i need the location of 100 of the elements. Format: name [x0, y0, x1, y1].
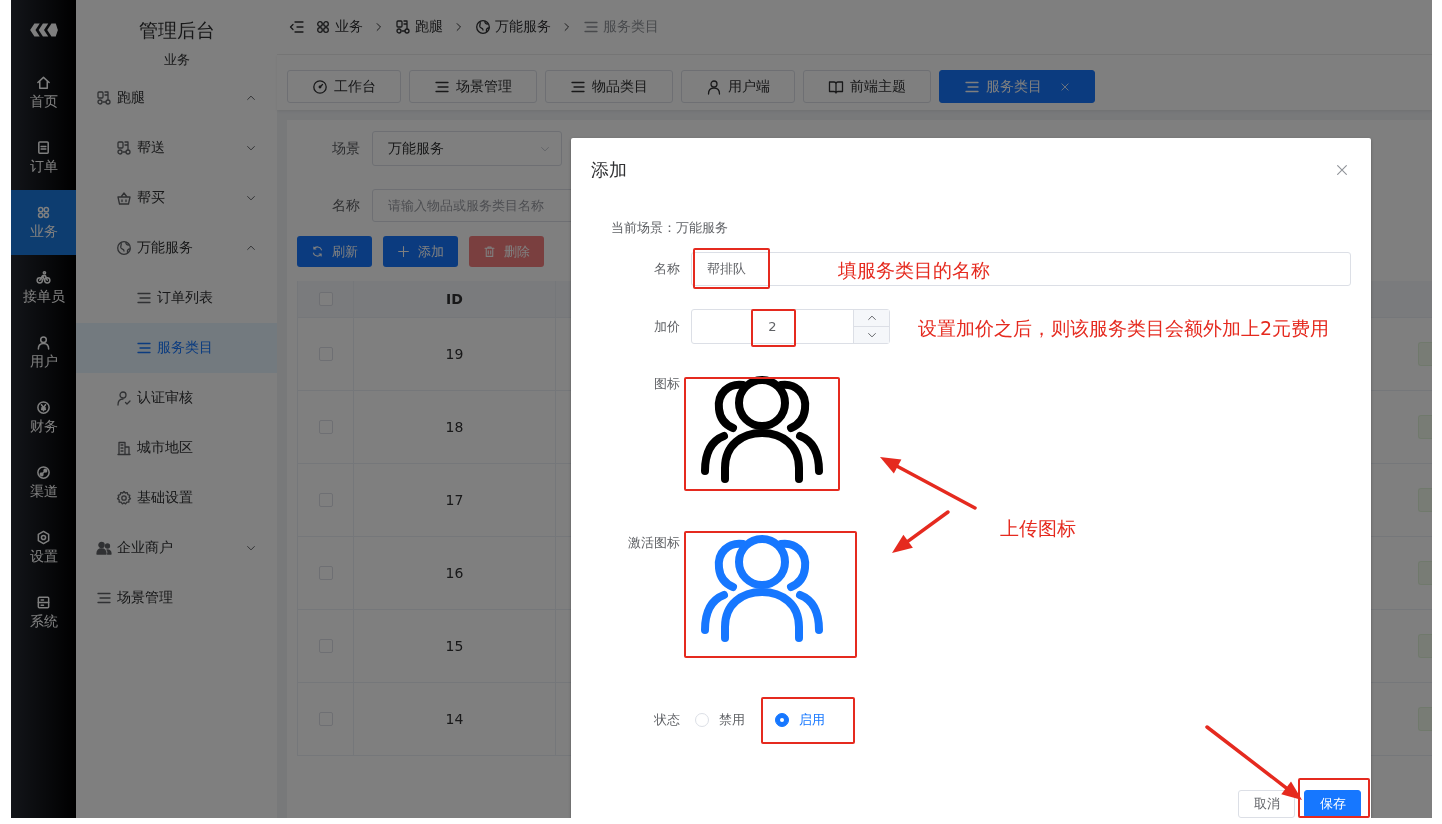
gear-icon [116, 490, 132, 506]
tab[interactable]: 物品类目 [545, 70, 673, 103]
status-tag [1418, 342, 1432, 366]
close-icon[interactable] [1335, 163, 1349, 177]
column-header: ID [446, 291, 463, 307]
refresh-icon [311, 245, 324, 258]
breadcrumb-item[interactable]: 万能服务 [475, 18, 551, 36]
scooter-icon [96, 90, 112, 106]
user-icon [706, 78, 722, 95]
field-label: 场景 [331, 139, 360, 158]
field-label: 激活图标 [627, 534, 680, 552]
annotation-box [751, 309, 796, 347]
building-icon [116, 440, 132, 456]
tab[interactable]: 服务类目 [939, 70, 1095, 103]
tab[interactable]: 场景管理 [409, 70, 537, 103]
table-cell: 19 [445, 346, 464, 362]
table-cell: 18 [445, 419, 464, 435]
tab[interactable]: 用户端 [681, 70, 795, 103]
annotation-box [1298, 778, 1370, 818]
close-icon[interactable] [1060, 81, 1070, 92]
menu-item[interactable]: 帮买 [76, 173, 277, 223]
bicycle-icon [36, 269, 51, 285]
menu-item[interactable]: 服务类目 [76, 323, 277, 373]
dialog-title: 添加 [591, 158, 627, 182]
field-label: 状态 [653, 711, 680, 729]
status-tag [1418, 415, 1432, 439]
menu-item[interactable]: 企业商户 [76, 523, 277, 573]
rail-item[interactable]: 用户 [11, 320, 76, 385]
list-icon [583, 19, 599, 35]
annotation-text: 设置加价之后，则该服务类目会额外加上2元费用 [918, 316, 1330, 340]
rail-item[interactable]: 财务 [11, 385, 76, 450]
list-icon [136, 290, 152, 306]
radio-button[interactable] [775, 713, 789, 727]
dialog-button[interactable]: 保存 [1304, 790, 1361, 818]
field-label: 加价 [653, 317, 680, 336]
menu-item[interactable]: 跑腿 [76, 73, 277, 123]
status-tag [1418, 488, 1432, 512]
scene-select[interactable]: 万能服务 [372, 131, 562, 166]
people-icon [96, 540, 112, 556]
breadcrumb-item[interactable]: 业务 [315, 18, 363, 36]
toolbar-button[interactable]: 刷新 [297, 236, 372, 267]
document-icon [36, 139, 51, 155]
book-icon [828, 78, 844, 95]
list-icon [96, 590, 112, 606]
radio-option[interactable]: 启用 [775, 711, 825, 729]
menu-item[interactable]: 城市地区 [76, 423, 277, 473]
sidebar-subtitle: 业务 [162, 51, 191, 69]
list-icon [136, 340, 152, 356]
panel-icon [36, 594, 51, 610]
annotation-text: 上传图标 [1000, 516, 1076, 540]
status-tag [1418, 561, 1432, 585]
table-cell: 16 [445, 565, 464, 581]
annotation-text: 填服务类目的名称 [838, 258, 990, 282]
user-check-icon [116, 390, 132, 406]
rail-item[interactable]: 设置 [11, 515, 76, 580]
globe-icon [116, 240, 132, 256]
grid-icon [315, 19, 331, 35]
gauge-icon [312, 78, 328, 95]
menu-item[interactable]: 基础设置 [76, 473, 277, 523]
field-label: 图标 [653, 375, 680, 393]
rail-item[interactable]: 订单 [11, 125, 76, 190]
yen-icon [36, 399, 51, 415]
menu-item[interactable]: 场景管理 [76, 573, 277, 623]
globe-icon [475, 19, 491, 35]
rail-item[interactable]: 系统 [11, 580, 76, 645]
field-label: 名称 [653, 260, 680, 278]
status-tag [1418, 634, 1432, 658]
collapse-menu-icon [289, 19, 305, 35]
radio-option[interactable]: 禁用 [695, 711, 745, 729]
tab[interactable]: 工作台 [287, 70, 401, 103]
breadcrumb-item[interactable]: 跑腿 [395, 18, 443, 36]
basket-icon [116, 190, 132, 206]
menu-item[interactable]: 万能服务 [76, 223, 277, 273]
trash-icon [483, 245, 496, 258]
home-icon [36, 74, 51, 90]
rail-item[interactable]: 业务 [11, 190, 76, 255]
menu-item[interactable]: 订单列表 [76, 273, 277, 323]
logo-icon [27, 22, 60, 38]
current-scene-text: 当前场景：万能服务 [611, 219, 729, 237]
number-input[interactable]: 2 [691, 309, 890, 344]
rail-item[interactable]: 接单员 [11, 255, 76, 320]
status-tag [1418, 707, 1432, 731]
menu-item[interactable]: 认证审核 [76, 373, 277, 423]
plus-icon [397, 245, 410, 258]
rail-item[interactable]: 渠道 [11, 450, 76, 515]
user-icon [36, 334, 51, 350]
grid-icon [36, 204, 51, 220]
menu-item[interactable]: 帮送 [76, 123, 277, 173]
table-cell: 14 [445, 711, 464, 727]
table-cell: 17 [445, 492, 464, 508]
dialog-button[interactable]: 取消 [1238, 790, 1295, 818]
tab[interactable]: 前端主题 [803, 70, 931, 103]
rail-item[interactable]: 首页 [11, 60, 76, 125]
link-icon [36, 464, 51, 480]
toolbar-button[interactable]: 添加 [383, 236, 458, 267]
settings-icon [36, 529, 51, 545]
field-label: 名称 [331, 196, 360, 215]
table-cell: 15 [445, 638, 464, 654]
scooter-icon [116, 140, 132, 156]
scooter-icon [395, 19, 411, 35]
